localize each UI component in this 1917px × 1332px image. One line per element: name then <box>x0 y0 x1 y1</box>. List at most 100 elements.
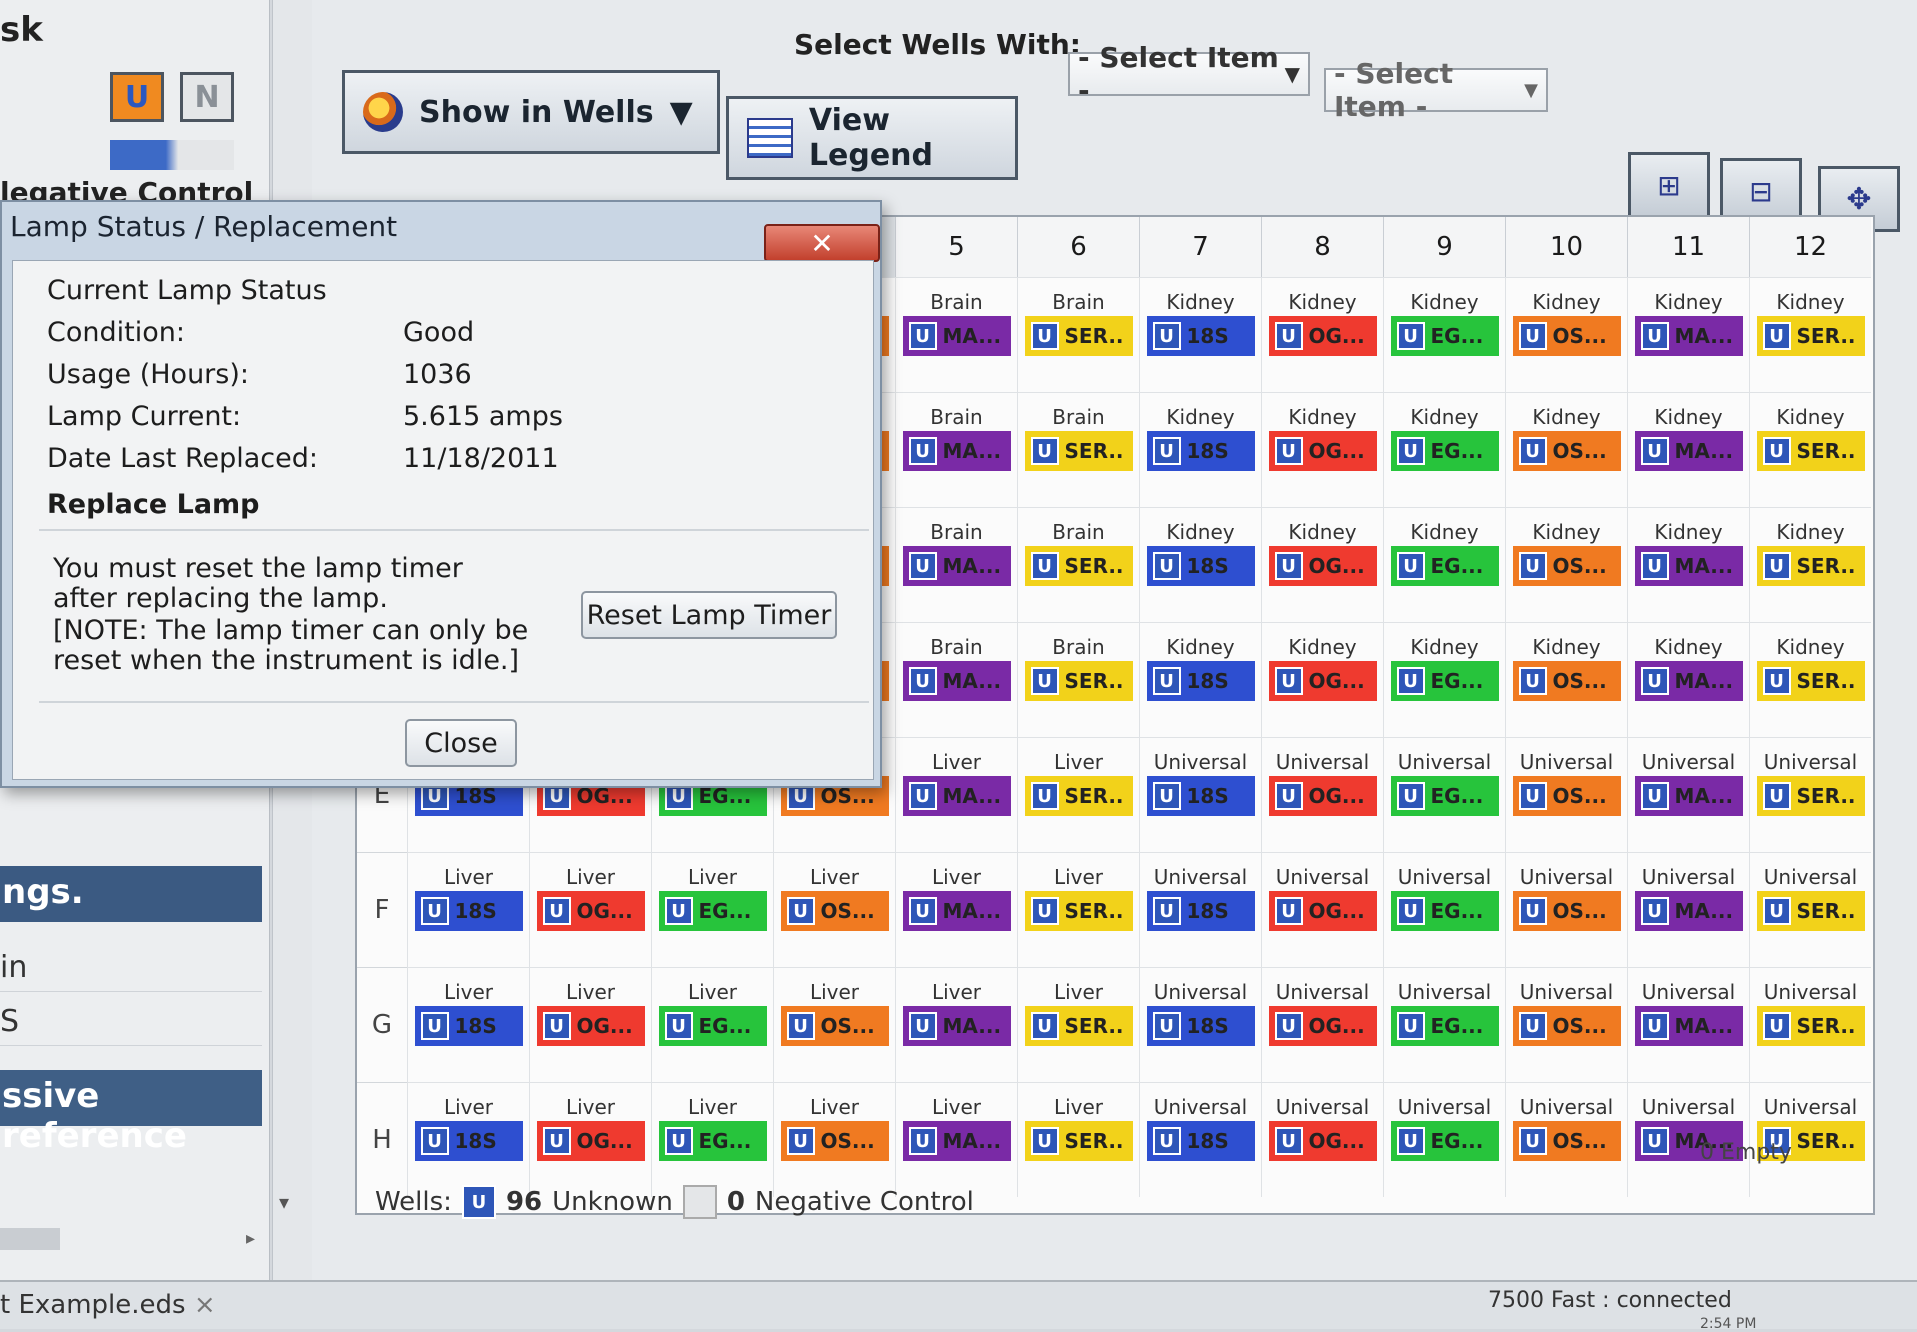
well-G7[interactable]: Universal U 18S <box>1139 967 1261 1082</box>
well-D10[interactable]: Kidney U OS... <box>1505 622 1627 737</box>
well-C6[interactable]: Brain U SER.. <box>1017 507 1139 622</box>
show-in-wells-button[interactable]: Show in Wells ▼ <box>342 70 720 154</box>
well-B5[interactable]: Brain U MA... <box>895 392 1017 507</box>
well-B9[interactable]: Kidney U EG... <box>1383 392 1505 507</box>
passive-reference-bar[interactable]: ssive reference <box>0 1070 262 1156</box>
well-G10[interactable]: Universal U OS... <box>1505 967 1627 1082</box>
column-header-9[interactable]: 9 <box>1383 217 1505 277</box>
well-H7[interactable]: Universal U 18S <box>1139 1082 1261 1197</box>
well-E7[interactable]: Universal U 18S <box>1139 737 1261 852</box>
well-G8[interactable]: Universal U OG... <box>1261 967 1383 1082</box>
well-F8[interactable]: Universal U OG... <box>1261 852 1383 967</box>
dialog-close-button[interactable]: ✕ <box>764 224 880 262</box>
well-D5[interactable]: Brain U MA... <box>895 622 1017 737</box>
scroll-down-icon[interactable]: ▾ <box>279 1190 289 1214</box>
close-tab-icon[interactable]: × <box>194 1290 216 1320</box>
column-header-8[interactable]: 8 <box>1261 217 1383 277</box>
well-A10[interactable]: Kidney U OS... <box>1505 277 1627 392</box>
well-A8[interactable]: Kidney U OG... <box>1261 277 1383 392</box>
well-A7[interactable]: Kidney U 18S <box>1139 277 1261 392</box>
well-B7[interactable]: Kidney U 18S <box>1139 392 1261 507</box>
column-header-7[interactable]: 7 <box>1139 217 1261 277</box>
well-D6[interactable]: Brain U SER.. <box>1017 622 1139 737</box>
task-unknown-tool[interactable]: U <box>110 72 164 122</box>
well-B12[interactable]: Kidney U SER.. <box>1749 392 1871 507</box>
well-G2[interactable]: Liver U OG... <box>529 967 651 1082</box>
well-F3[interactable]: Liver U EG... <box>651 852 773 967</box>
well-E11[interactable]: Universal U MA... <box>1627 737 1749 852</box>
well-C10[interactable]: Kidney U OS... <box>1505 507 1627 622</box>
select-wells-dropdown-2[interactable]: - Select Item - ▼ <box>1324 57 1548 123</box>
well-C5[interactable]: Brain U MA... <box>895 507 1017 622</box>
column-header-10[interactable]: 10 <box>1505 217 1627 277</box>
well-H1[interactable]: Liver U 18S <box>407 1082 529 1197</box>
close-button[interactable]: Close <box>405 719 517 767</box>
well-F7[interactable]: Universal U 18S <box>1139 852 1261 967</box>
select-wells-dropdown-1[interactable]: - Select Item - ▼ <box>1068 41 1310 107</box>
row-header-F[interactable]: F <box>357 852 407 967</box>
well-G12[interactable]: Universal U SER.. <box>1749 967 1871 1082</box>
well-A5[interactable]: Brain U MA... <box>895 277 1017 392</box>
zoom-in-button[interactable]: ⊞ <box>1628 152 1710 218</box>
well-F2[interactable]: Liver U OG... <box>529 852 651 967</box>
well-E8[interactable]: Universal U OG... <box>1261 737 1383 852</box>
well-F12[interactable]: Universal U SER.. <box>1749 852 1871 967</box>
well-D7[interactable]: Kidney U 18S <box>1139 622 1261 737</box>
well-G9[interactable]: Universal U EG... <box>1383 967 1505 1082</box>
well-G3[interactable]: Liver U EG... <box>651 967 773 1082</box>
well-E9[interactable]: Universal U EG... <box>1383 737 1505 852</box>
well-G4[interactable]: Liver U OS... <box>773 967 895 1082</box>
column-header-5[interactable]: 5 <box>895 217 1017 277</box>
task-negative-tool[interactable]: N <box>180 72 234 122</box>
reset-lamp-timer-button[interactable]: Reset Lamp Timer <box>581 591 837 639</box>
task-tool-row[interactable] <box>110 140 234 170</box>
well-A6[interactable]: Brain U SER.. <box>1017 277 1139 392</box>
well-B11[interactable]: Kidney U MA... <box>1627 392 1749 507</box>
well-F1[interactable]: Liver U 18S <box>407 852 529 967</box>
well-D8[interactable]: Kidney U OG... <box>1261 622 1383 737</box>
well-F11[interactable]: Universal U MA... <box>1627 852 1749 967</box>
well-H10[interactable]: Universal U OS... <box>1505 1082 1627 1197</box>
well-C8[interactable]: Kidney U OG... <box>1261 507 1383 622</box>
well-D9[interactable]: Kidney U EG... <box>1383 622 1505 737</box>
well-C7[interactable]: Kidney U 18S <box>1139 507 1261 622</box>
well-A9[interactable]: Kidney U EG... <box>1383 277 1505 392</box>
well-F10[interactable]: Universal U OS... <box>1505 852 1627 967</box>
well-E12[interactable]: Universal U SER.. <box>1749 737 1871 852</box>
view-legend-button[interactable]: View Legend <box>726 96 1018 180</box>
well-D12[interactable]: Kidney U SER.. <box>1749 622 1871 737</box>
well-B8[interactable]: Kidney U OG... <box>1261 392 1383 507</box>
row-header-H[interactable]: H <box>357 1082 407 1197</box>
well-C12[interactable]: Kidney U SER.. <box>1749 507 1871 622</box>
settings-section-bar[interactable]: ngs. <box>0 866 262 922</box>
column-header-12[interactable]: 12 <box>1749 217 1871 277</box>
well-H3[interactable]: Liver U EG... <box>651 1082 773 1197</box>
well-H9[interactable]: Universal U EG... <box>1383 1082 1505 1197</box>
well-E5[interactable]: Liver U MA... <box>895 737 1017 852</box>
well-D11[interactable]: Kidney U MA... <box>1627 622 1749 737</box>
well-F9[interactable]: Universal U EG... <box>1383 852 1505 967</box>
well-F4[interactable]: Liver U OS... <box>773 852 895 967</box>
well-G11[interactable]: Universal U MA... <box>1627 967 1749 1082</box>
well-F6[interactable]: Liver U SER.. <box>1017 852 1139 967</box>
well-F5[interactable]: Liver U MA... <box>895 852 1017 967</box>
well-H6[interactable]: Liver U SER.. <box>1017 1082 1139 1197</box>
horizontal-scrollbar[interactable] <box>0 1228 60 1250</box>
row-header-G[interactable]: G <box>357 967 407 1082</box>
well-C9[interactable]: Kidney U EG... <box>1383 507 1505 622</box>
file-tab[interactable]: t Example.eds × <box>0 1290 216 1320</box>
column-header-6[interactable]: 6 <box>1017 217 1139 277</box>
column-header-11[interactable]: 11 <box>1627 217 1749 277</box>
well-E6[interactable]: Liver U SER.. <box>1017 737 1139 852</box>
well-C11[interactable]: Kidney U MA... <box>1627 507 1749 622</box>
well-H2[interactable]: Liver U OG... <box>529 1082 651 1197</box>
well-H4[interactable]: Liver U OS... <box>773 1082 895 1197</box>
well-G1[interactable]: Liver U 18S <box>407 967 529 1082</box>
well-E10[interactable]: Universal U OS... <box>1505 737 1627 852</box>
well-B10[interactable]: Kidney U OS... <box>1505 392 1627 507</box>
well-B6[interactable]: Brain U SER.. <box>1017 392 1139 507</box>
panel-item-1[interactable]: in <box>0 946 262 992</box>
scroll-right-icon[interactable]: ▸ <box>246 1228 255 1249</box>
well-G5[interactable]: Liver U MA... <box>895 967 1017 1082</box>
well-A11[interactable]: Kidney U MA... <box>1627 277 1749 392</box>
